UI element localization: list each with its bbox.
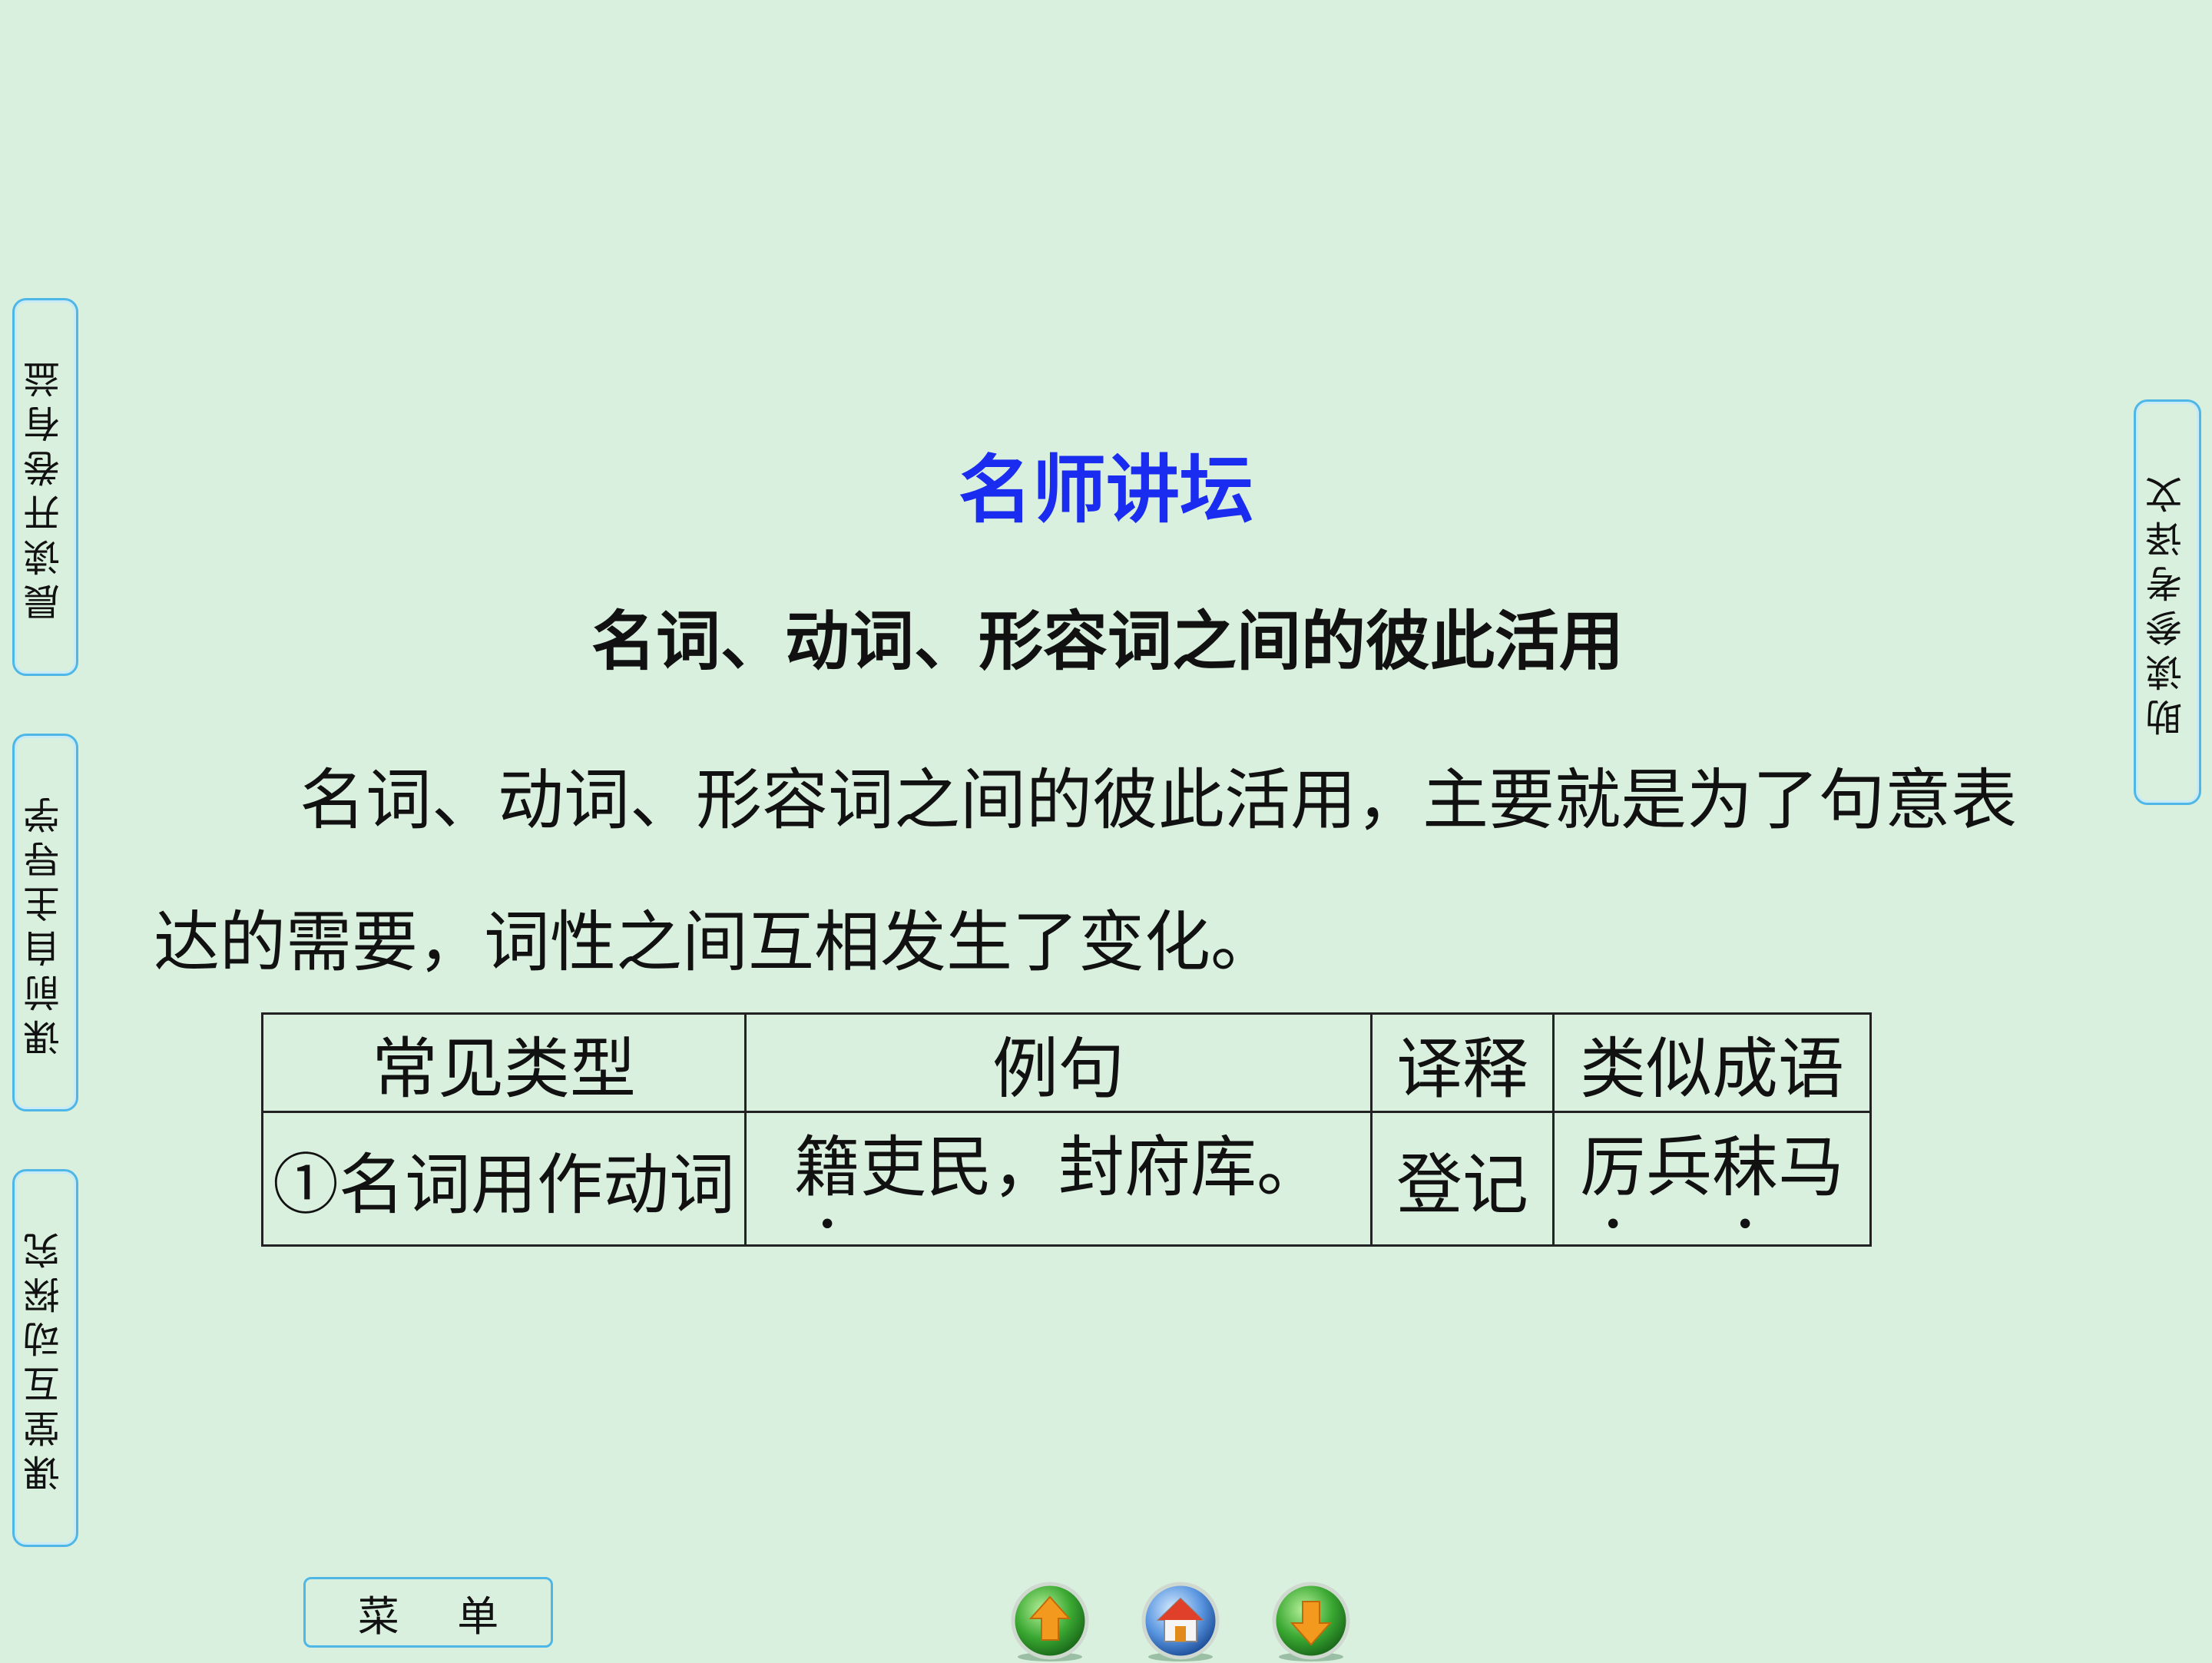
table-header-row: 常见类型 例句 译释 类似成语 [261, 1012, 1872, 1113]
usage-table: 常见类型 例句 译释 类似成语 ①名词用作动词 籍吏民，封府库。 登记 厉兵秣马 [261, 1012, 1872, 1247]
menu-button[interactable]: 菜 单 [303, 1577, 553, 1648]
table-cell-type: ①名词用作动词 [261, 1111, 747, 1247]
page-title-text: 名师讲坛 [959, 447, 1253, 533]
body-paragraph: 名词、动词、形容词之间的彼此活用，主要就是为了句意表达的需要，词性之间互相发生了… [154, 762, 2017, 981]
arrow-up-icon[interactable] [1008, 1579, 1092, 1663]
example-text: 吏民，封府库。 [860, 1129, 1323, 1206]
home-icon[interactable] [1138, 1579, 1223, 1663]
page-title: 名师讲坛 [0, 430, 2212, 537]
side-tab-self-study[interactable]: 课前自主导学 [12, 734, 78, 1111]
emphasized-char: 厉 [1580, 1129, 1646, 1206]
table-header: 译释 [1370, 1012, 1555, 1113]
table-cell-example: 籍吏民，封府库。 [744, 1111, 1373, 1247]
side-tab-class-interaction[interactable]: 课堂互动探究 [12, 1169, 78, 1547]
table-row: ①名词用作动词 籍吏民，封府库。 登记 厉兵秣马 [261, 1111, 1872, 1247]
table-header: 例句 [744, 1012, 1373, 1113]
side-tab-label: 课前自主导学 [24, 789, 67, 1056]
arrow-down-icon[interactable] [1269, 1579, 1353, 1663]
menu-label-left: 菜 [357, 1592, 399, 1641]
table-cell-idiom: 厉兵秣马 [1552, 1111, 1872, 1247]
section-heading: 名词、动词、形容词之间的彼此活用 [591, 604, 1624, 679]
idiom-char: 兵 [1646, 1129, 1712, 1206]
emphasized-char: 籍 [794, 1129, 860, 1206]
idiom-char: 马 [1778, 1129, 1844, 1206]
table-header: 常见类型 [261, 1012, 747, 1113]
table-header: 类似成语 [1552, 1012, 1872, 1113]
emphasized-char: 秣 [1712, 1129, 1778, 1206]
menu-label-right: 单 [457, 1592, 499, 1641]
side-tab-label: 课堂互动探究 [24, 1224, 67, 1492]
table-cell-translation: 登记 [1370, 1111, 1555, 1247]
